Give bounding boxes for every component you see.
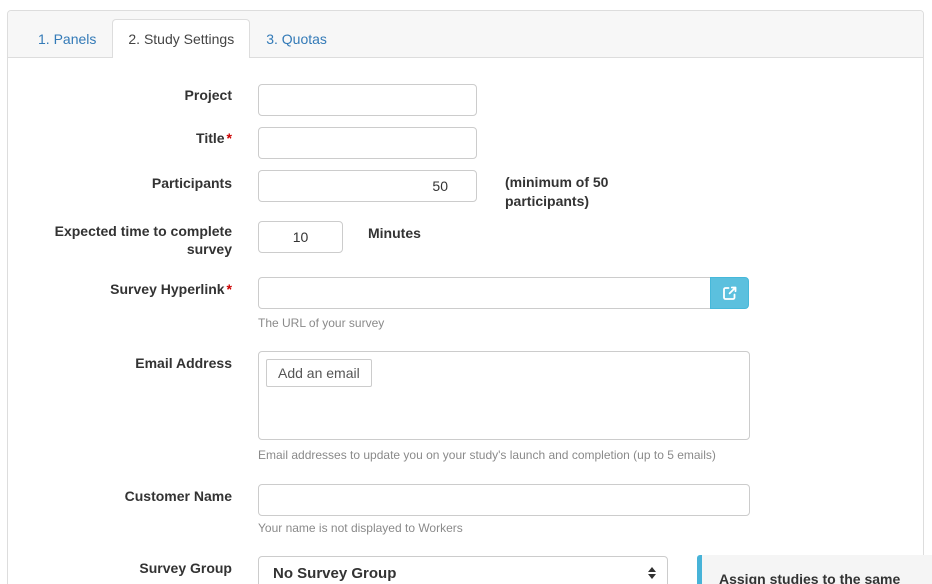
customer-name-label: Customer Name	[32, 487, 232, 505]
project-label: Project	[32, 86, 232, 104]
participants-input[interactable]	[258, 170, 477, 202]
title-input[interactable]	[258, 127, 477, 159]
email-tags-box[interactable]: Add an email	[258, 351, 750, 440]
open-survey-link-button[interactable]	[710, 277, 749, 309]
tab-study-settings[interactable]: 2. Study Settings	[112, 19, 250, 58]
participants-label: Participants	[32, 174, 232, 192]
select-stepper-icon	[648, 567, 656, 579]
survey-group-select[interactable]: No Survey Group	[258, 556, 668, 584]
customer-name-input[interactable]	[258, 484, 750, 516]
external-link-icon	[722, 285, 738, 301]
survey-hyperlink-help: The URL of your survey	[258, 316, 384, 331]
add-email-button[interactable]: Add an email	[266, 359, 372, 387]
survey-hyperlink-input[interactable]	[258, 277, 711, 309]
callout-text: Assign studies to the same	[719, 570, 932, 584]
tab-panels[interactable]: 1. Panels	[22, 19, 112, 57]
survey-group-info-callout: Assign studies to the same	[697, 555, 932, 584]
required-asterisk: *	[227, 281, 232, 297]
tab-bar: 1. Panels 2. Study Settings 3. Quotas	[8, 11, 923, 58]
expected-time-label: Expected time to complete survey	[32, 222, 232, 258]
survey-group-label: Survey Group	[32, 559, 232, 577]
title-label: Title*	[32, 129, 232, 147]
email-address-help: Email addresses to update you on your st…	[258, 448, 716, 463]
survey-hyperlink-label: Survey Hyperlink*	[32, 280, 232, 298]
customer-name-help: Your name is not displayed to Workers	[258, 521, 463, 536]
expected-time-input[interactable]	[258, 221, 343, 253]
tab-quotas[interactable]: 3. Quotas	[250, 19, 343, 57]
survey-group-selected-value: No Survey Group	[273, 565, 396, 582]
minutes-unit-label: Minutes	[368, 224, 421, 243]
required-asterisk: *	[227, 130, 232, 146]
study-settings-page: 1. Panels 2. Study Settings 3. Quotas Pr…	[0, 0, 932, 584]
email-address-label: Email Address	[32, 354, 232, 372]
participants-minimum-note: (minimum of 50 participants)	[505, 173, 645, 211]
project-input[interactable]	[258, 84, 477, 116]
